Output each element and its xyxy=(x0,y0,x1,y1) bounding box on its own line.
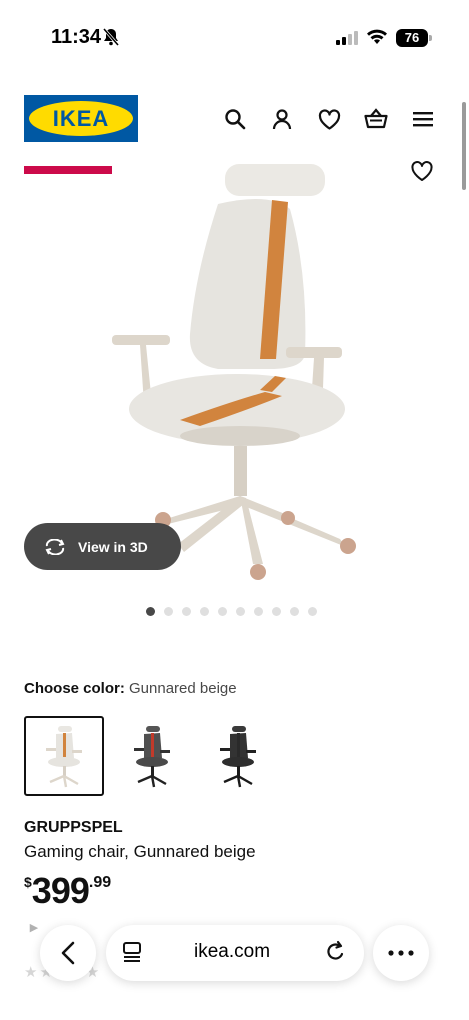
page-scrollbar[interactable] xyxy=(462,102,466,190)
carousel-dot[interactable] xyxy=(200,607,209,616)
view-in-3d-label: View in 3D xyxy=(78,538,148,555)
browser-back-button[interactable] xyxy=(40,925,96,981)
color-swatch-black[interactable] xyxy=(198,716,278,796)
url-text[interactable]: ikea.com xyxy=(194,941,270,963)
choose-color-value: Gunnared beige xyxy=(129,680,237,697)
logo-text: IKEA xyxy=(52,105,110,131)
logo-oval: IKEA xyxy=(29,101,133,136)
carousel-dot[interactable] xyxy=(164,607,173,616)
price-decimal: .99 xyxy=(88,874,112,891)
carousel-dot[interactable] xyxy=(308,607,317,616)
price-integer: 399 xyxy=(31,870,90,911)
carousel-dot[interactable] xyxy=(236,607,245,616)
browser-more-button[interactable] xyxy=(373,925,429,981)
carousel-dot[interactable] xyxy=(182,607,191,616)
product-description: Gaming chair, Gunnared beige xyxy=(24,842,256,861)
ikea-logo[interactable]: IKEA xyxy=(24,95,138,142)
silent-bell-icon xyxy=(102,28,120,51)
price-currency: $ xyxy=(24,874,32,890)
carousel-dot[interactable] xyxy=(218,607,227,616)
obscured-text-row: ▸ xyxy=(30,919,38,936)
carousel-dot[interactable] xyxy=(290,607,299,616)
choose-color-row: Choose color: Gunnared beige xyxy=(24,680,237,697)
reader-mode-icon[interactable] xyxy=(122,941,142,968)
rotate-3d-icon xyxy=(45,538,65,555)
view-in-3d-button[interactable]: View in 3D xyxy=(24,523,181,570)
status-bar: 11:34 76 xyxy=(0,0,469,74)
product-name: GRUPPSPEL xyxy=(24,819,123,836)
wifi-icon xyxy=(366,28,388,50)
menu-icon[interactable] xyxy=(411,107,435,131)
battery-tip xyxy=(429,35,432,41)
reload-icon[interactable] xyxy=(324,940,346,969)
image-carousel-dots[interactable] xyxy=(146,607,317,616)
favorite-heart-icon[interactable] xyxy=(410,160,434,182)
account-icon[interactable] xyxy=(270,107,294,131)
color-swatch-dark-gray-red[interactable] xyxy=(112,716,192,796)
carousel-dot[interactable] xyxy=(272,607,281,616)
basket-icon[interactable] xyxy=(364,107,388,131)
status-time: 11:34 xyxy=(51,26,102,48)
cellular-signal-icon xyxy=(336,31,358,50)
product-price: $399.99 xyxy=(24,870,111,912)
carousel-dot[interactable] xyxy=(254,607,263,616)
browser-address-bar[interactable]: ikea.com xyxy=(106,925,364,981)
promo-badge-edge xyxy=(24,166,112,174)
heart-icon[interactable] xyxy=(317,107,341,131)
more-dots-icon xyxy=(388,950,414,956)
battery-indicator: 76 xyxy=(396,29,428,47)
search-icon[interactable] xyxy=(223,107,247,131)
chevron-left-icon xyxy=(61,941,75,965)
choose-color-label: Choose color: xyxy=(24,680,125,697)
carousel-dot[interactable] xyxy=(146,607,155,616)
color-swatch-beige[interactable] xyxy=(24,716,104,796)
